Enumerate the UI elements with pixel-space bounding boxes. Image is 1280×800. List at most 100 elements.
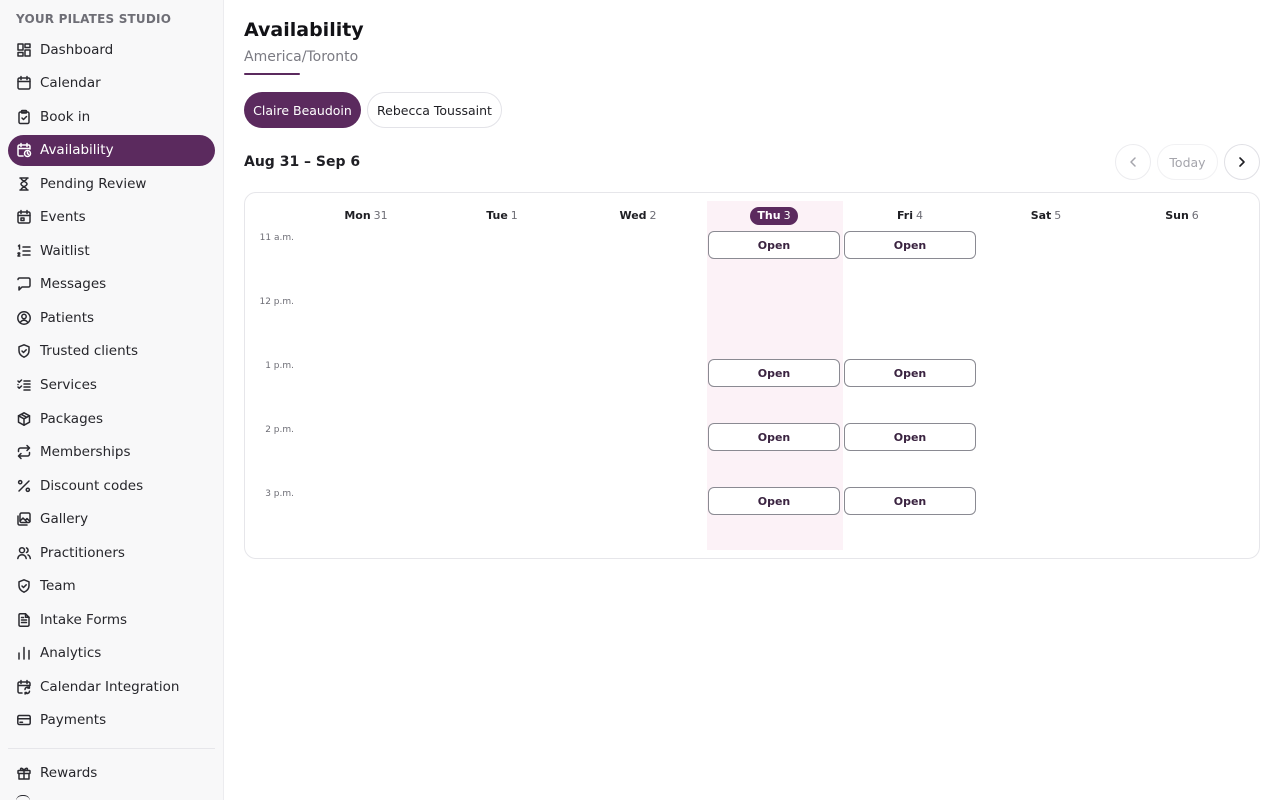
shield-check-icon <box>16 578 32 594</box>
day-header-mon: Mon 31 <box>298 209 434 222</box>
day-date: 2 <box>649 209 657 222</box>
sidebar-item-book-in[interactable]: Book in <box>8 101 215 132</box>
day-name: Mon <box>344 209 371 222</box>
open-slot-thu[interactable]: Open <box>708 487 840 515</box>
day-date: 31 <box>373 209 388 222</box>
sidebar-item-label: Discount codes <box>40 477 144 494</box>
sidebar-item-label: Practitioners <box>40 544 125 561</box>
message-icon <box>16 276 32 292</box>
day-header-tue: Tue 1 <box>434 209 570 222</box>
sidebar-item-label: Memberships <box>40 444 131 461</box>
calendar-icon <box>16 75 32 91</box>
time-label: 11 a.m. <box>259 233 294 243</box>
previous-week-button[interactable] <box>1115 144 1151 180</box>
timezone-tab-indicator <box>244 73 300 75</box>
time-label: 2 p.m. <box>265 425 294 435</box>
day-name: Sat <box>1030 209 1052 222</box>
file-text-icon <box>16 612 32 628</box>
sidebar-item-intake-forms[interactable]: Intake Forms <box>8 604 215 635</box>
open-slot-fri[interactable]: Open <box>844 359 976 387</box>
dashboard-icon <box>16 42 32 58</box>
day-date: 4 <box>916 209 923 222</box>
chevron-left-icon <box>1130 157 1136 167</box>
sidebar-item-packages[interactable]: Packages <box>8 403 215 434</box>
sidebar-item-label: Calendar Integration <box>40 678 180 695</box>
user-circle-icon <box>16 310 32 326</box>
credit-card-icon <box>16 712 32 728</box>
sidebar-item-analytics[interactable]: Analytics <box>8 638 215 669</box>
day-header-sun: Sun 6 <box>1114 209 1250 222</box>
practitioner-claire-button[interactable]: Claire Beaudoin <box>244 92 361 128</box>
open-slot-fri[interactable]: Open <box>844 423 976 451</box>
sidebar-item-label: Dashboard <box>40 41 114 58</box>
sidebar-divider <box>8 748 215 749</box>
day-header-wed: Wed 2 <box>570 209 706 222</box>
partial-icon <box>16 795 30 800</box>
open-slot-thu[interactable]: Open <box>708 231 840 259</box>
sidebar-item-label: Analytics <box>40 645 102 662</box>
practitioner-rebecca-button[interactable]: Rebecca Toussaint <box>367 92 502 128</box>
day-name: Tue <box>486 209 508 222</box>
open-slot-thu[interactable]: Open <box>708 423 840 451</box>
package-icon <box>16 411 32 427</box>
sidebar-item-label: Availability <box>40 142 114 159</box>
day-date: 3 <box>783 209 791 222</box>
images-icon <box>16 511 32 527</box>
sidebar-item-memberships[interactable]: Memberships <box>8 437 215 468</box>
sidebar-item-waitlist[interactable]: Waitlist <box>8 235 215 266</box>
sidebar-item-label: Rewards <box>40 764 98 781</box>
sidebar-item-dashboard[interactable]: Dashboard <box>8 34 215 65</box>
open-slot-fri[interactable]: Open <box>844 231 976 259</box>
today-button[interactable]: Today <box>1157 144 1218 180</box>
gift-icon <box>16 765 32 781</box>
sidebar-item-label: Book in <box>40 108 91 125</box>
day-header-fri: Fri 4 <box>842 209 978 222</box>
sidebar-item-label: Waitlist <box>40 242 90 259</box>
sidebar-item-label: Team <box>40 578 76 595</box>
day-name: Sun <box>1165 209 1189 222</box>
time-label: 1 p.m. <box>265 361 294 371</box>
time-label: 12 p.m. <box>259 297 294 307</box>
sidebar-item-services[interactable]: Services <box>8 369 215 400</box>
week-calendar: Mon 31 Tue 1 Wed 2 Thu 3 Fri 4 Sat 5 Sun 6 11 a.m. 12 p… <box>244 192 1260 559</box>
chevron-right-icon <box>1239 157 1245 167</box>
calendar-clock-icon <box>16 142 32 158</box>
sidebar-nav: Dashboard Calendar Book in Availability Pend… <box>8 34 215 738</box>
sidebar-item-label: Intake Forms <box>40 611 128 628</box>
sidebar-item-team[interactable]: Team <box>8 571 215 602</box>
open-slot-fri[interactable]: Open <box>844 487 976 515</box>
sidebar-item-calendar[interactable]: Calendar <box>8 68 215 99</box>
shield-check-icon <box>16 343 32 359</box>
sidebar-item-messages[interactable]: Messages <box>8 269 215 300</box>
page-title: Availability <box>244 19 364 41</box>
sidebar-item-practitioners[interactable]: Practitioners <box>8 537 215 568</box>
sidebar: YOUR PILATES STUDIO Dashboard Calendar Boo… <box>0 0 224 800</box>
day-date: 1 <box>510 209 518 222</box>
day-header-thu: Thu 3 <box>706 207 842 225</box>
day-date: 6 <box>1191 209 1199 222</box>
open-slot-thu[interactable]: Open <box>708 359 840 387</box>
sidebar-item-pending-review[interactable]: Pending Review <box>8 168 215 199</box>
next-week-button[interactable] <box>1224 144 1260 180</box>
sidebar-item-label: Payments <box>40 712 107 729</box>
sidebar-item-patients[interactable]: Patients <box>8 302 215 333</box>
calendar-event-icon <box>16 209 32 225</box>
sidebar-item-label: Gallery <box>40 511 89 528</box>
sidebar-item-availability[interactable]: Availability <box>8 134 215 166</box>
sidebar-item-label: Patients <box>40 309 95 326</box>
sidebar-item-label: Services <box>40 376 97 393</box>
day-name: Fri <box>896 209 913 222</box>
sidebar-nav-bottom: Rewards <box>8 757 215 791</box>
timezone-tab[interactable]: America/Toronto <box>244 49 358 65</box>
time-label: 3 p.m. <box>265 489 294 499</box>
sidebar-item-trusted-clients[interactable]: Trusted clients <box>8 336 215 367</box>
sidebar-item-discount-codes[interactable]: Discount codes <box>8 470 215 501</box>
day-date: 5 <box>1054 209 1062 222</box>
sidebar-item-payments[interactable]: Payments <box>8 705 215 736</box>
sidebar-item-events[interactable]: Events <box>8 202 215 233</box>
sidebar-item-rewards[interactable]: Rewards <box>8 757 215 788</box>
sidebar-item-calendar-integration[interactable]: Calendar Integration <box>8 671 215 702</box>
list-checks-icon <box>16 377 32 393</box>
sidebar-item-gallery[interactable]: Gallery <box>8 504 215 535</box>
clipboard-icon <box>16 109 32 125</box>
